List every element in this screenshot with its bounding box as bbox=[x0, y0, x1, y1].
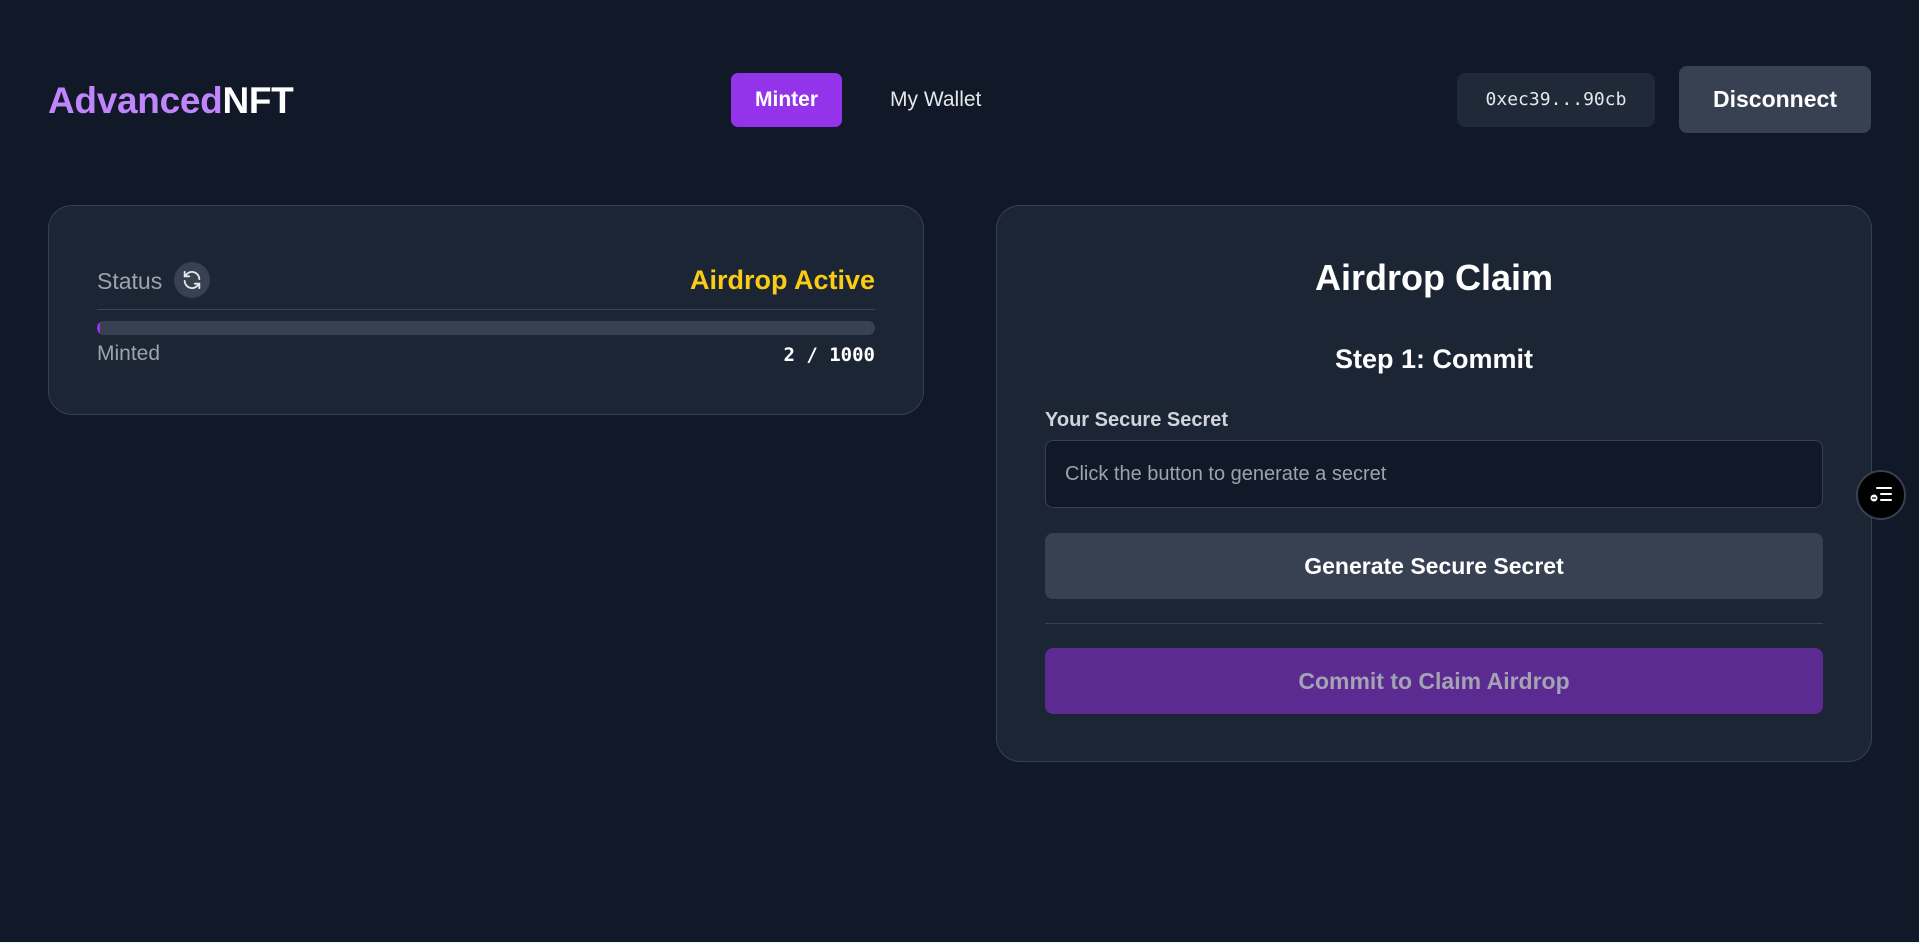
divider bbox=[1045, 623, 1823, 624]
logo-advanced: Advanced bbox=[48, 80, 223, 121]
step-title: Step 1: Commit bbox=[1334, 344, 1534, 374]
status-row: Status Airdrop Active bbox=[97, 256, 875, 310]
logo[interactable]: AdvancedNFT bbox=[48, 80, 294, 122]
refresh-icon bbox=[183, 270, 201, 290]
refresh-button[interactable] bbox=[174, 262, 210, 298]
secret-input[interactable] bbox=[1045, 440, 1823, 508]
minted-count: 2 / 1000 bbox=[783, 344, 875, 366]
mint-progress-fill bbox=[97, 321, 100, 335]
list-icon bbox=[1870, 487, 1892, 502]
nav-minter-button[interactable]: Minter bbox=[731, 73, 842, 127]
minted-label: Minted bbox=[97, 342, 161, 365]
status-label: Status bbox=[97, 268, 163, 294]
generate-secret-button[interactable]: Generate Secure Secret bbox=[1045, 533, 1823, 599]
floating-widget-button[interactable] bbox=[1856, 470, 1906, 520]
nav-my-wallet-button[interactable]: My Wallet bbox=[866, 73, 1005, 127]
main-nav: Minter My Wallet bbox=[731, 73, 1005, 127]
header: AdvancedNFT Minter My Wallet 0xec39...90… bbox=[48, 66, 1871, 134]
wallet-address: 0xec39...90cb bbox=[1457, 72, 1655, 127]
logo-nft: NFT bbox=[222, 80, 294, 121]
airdrop-card: Airdrop Claim Step 1: Commit Your Secure… bbox=[996, 205, 1872, 762]
secret-label: Your Secure Secret bbox=[1045, 409, 1229, 431]
mint-progress-bar bbox=[97, 321, 875, 335]
status-value: Airdrop Active bbox=[689, 265, 875, 295]
wallet-area: 0xec39...90cb Disconnect bbox=[1457, 66, 1871, 133]
commit-claim-button[interactable]: Commit to Claim Airdrop bbox=[1045, 648, 1823, 714]
airdrop-title: Airdrop Claim bbox=[1314, 257, 1554, 298]
status-card: Status Airdrop Active Minted 2 / 1000 bbox=[48, 205, 924, 415]
disconnect-button[interactable]: Disconnect bbox=[1679, 66, 1871, 133]
page: AdvancedNFT Minter My Wallet 0xec39...90… bbox=[0, 0, 1919, 943]
